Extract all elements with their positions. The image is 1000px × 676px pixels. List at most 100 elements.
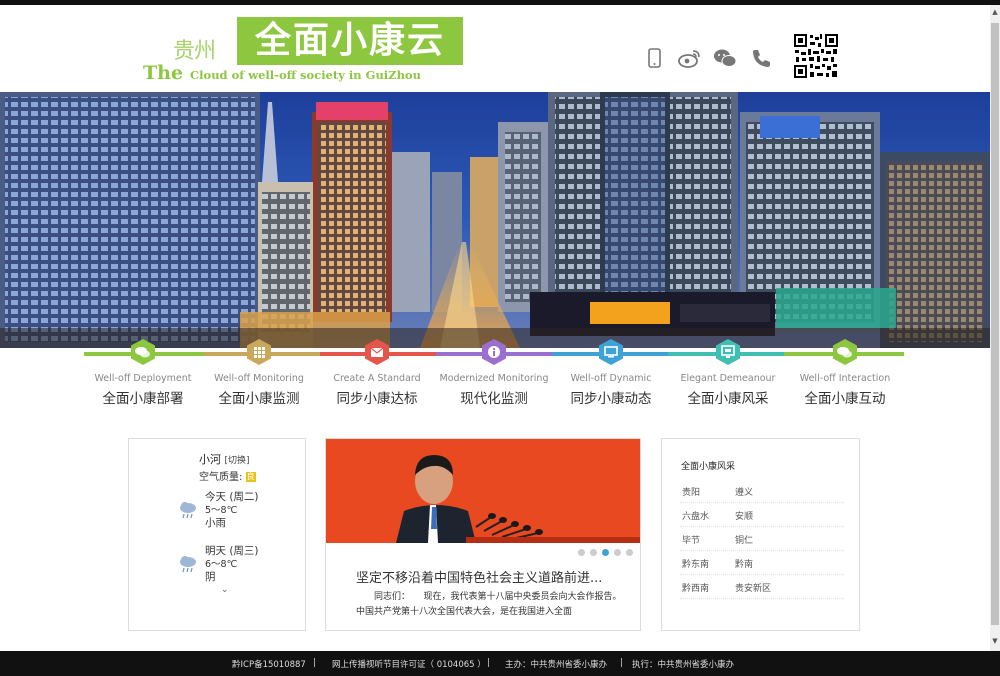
- region-link[interactable]: 铜仁: [735, 533, 753, 546]
- footer-license: 网上传播视听节目许可证（ 0104065 ）: [332, 660, 486, 670]
- nav-item-en-label: Well-off Monitoring: [214, 373, 304, 384]
- footer-separator: |: [620, 658, 623, 668]
- nav-item-standard[interactable]: Create A Standard 同步小康达标: [318, 338, 436, 407]
- nav-item-en-label: Well-off Dynamic: [570, 373, 652, 384]
- rain-cloud-icon: [177, 553, 199, 575]
- logo-guizhou-text: 贵州: [173, 39, 216, 64]
- nav-item-cn-label: 现代化监测: [460, 391, 528, 407]
- region-link[interactable]: 黔西南: [682, 581, 709, 594]
- region-row: 毕节 铜仁: [680, 527, 844, 551]
- nav-item-en-label: Elegant Demeanour: [680, 373, 776, 384]
- nav-item-cn-label: 全面小康风采: [687, 391, 769, 407]
- scrollbar-thumb[interactable]: [991, 23, 999, 625]
- chat-bubbles-icon: [129, 338, 157, 366]
- region-link[interactable]: 黔南: [735, 557, 753, 570]
- footer-separator: |: [313, 658, 316, 668]
- region-row: 六盘水 安顺: [680, 503, 844, 527]
- envelope-icon: [363, 338, 391, 366]
- slider-dot-active[interactable]: [602, 549, 609, 556]
- region-row: 贵阳 遵义: [680, 479, 844, 503]
- regions-panel: 全面小康风采 贵阳 遵义 六盘水 安顺 毕节 铜仁 黔东南 黔南 黔西南 贵安新…: [661, 438, 860, 631]
- info-icon: [480, 338, 508, 366]
- nav-item-en-label: Well-off Interaction: [799, 373, 891, 384]
- monitor-icon: [597, 338, 625, 366]
- nav-item-monitoring[interactable]: Well-off Monitoring 全面小康监测: [200, 338, 318, 407]
- screen-icon: [714, 338, 742, 366]
- region-link[interactable]: 黔东南: [682, 557, 709, 570]
- weather-day-name: 明天 (周三): [205, 545, 259, 557]
- weather-city: 小河 [切换]: [199, 451, 250, 467]
- weather-expand-chevron[interactable]: ⌄: [221, 585, 229, 595]
- slider-dot[interactable]: [614, 549, 621, 556]
- weather-day-desc: 小雨: [205, 517, 226, 529]
- region-row: 黔西南 贵安新区: [680, 575, 844, 599]
- weather-city-name: 小河: [199, 453, 221, 466]
- weibo-icon[interactable]: [678, 47, 700, 69]
- region-link[interactable]: 六盘水: [682, 509, 709, 522]
- nav-item-dynamic[interactable]: Well-off Dynamic 同步小康动态: [552, 338, 670, 407]
- nav-item-cn-label: 全面小康监测: [218, 391, 300, 407]
- chat-bubbles-icon: [831, 338, 859, 366]
- logo-the-text: The: [143, 62, 184, 84]
- news-excerpt: 同志们： 现在，我代表第十八届中央委员会向大会作报告。 中国共产党第十八次全国代…: [356, 592, 636, 617]
- region-link[interactable]: 毕节: [682, 533, 700, 546]
- slider-dot[interactable]: [590, 549, 597, 556]
- nav-item-cn-label: 同步小康动态: [570, 391, 652, 407]
- slider-pagination: [578, 549, 638, 557]
- news-photo[interactable]: [326, 439, 640, 543]
- wechat-icon[interactable]: [713, 47, 737, 69]
- region-link[interactable]: 遵义: [735, 485, 753, 498]
- mobile-phone-icon[interactable]: [643, 47, 665, 69]
- slider-dot[interactable]: [578, 549, 585, 556]
- vertical-scrollbar[interactable]: ▲ ▼: [990, 5, 1000, 651]
- site-logo[interactable]: 贵州 全面小康云 The Cloud of well-off society i…: [140, 15, 470, 87]
- scroll-down-arrow-icon[interactable]: ▼: [990, 637, 1000, 647]
- air-quality-label: 空气质量:: [199, 472, 243, 483]
- site-footer: 黔ICP备15010887 | 网上传播视听节目许可证（ 0104065 ） |…: [0, 651, 1000, 676]
- weather-day-temp: 6～8℃: [205, 559, 238, 570]
- air-quality-badge: 良: [245, 472, 256, 482]
- nav-item-cn-label: 同步小康达标: [336, 391, 418, 407]
- nav-item-modernized[interactable]: Modernized Monitoring 现代化监测: [435, 338, 553, 407]
- weather-day-desc: 阴: [205, 571, 216, 583]
- banner-cityscape-image: [0, 92, 990, 348]
- weather-day-tomorrow: 明天 (周三) 6～8℃ 阴: [177, 545, 287, 591]
- nav-item-en-label: Well-off Deployment: [94, 373, 192, 384]
- slider-dot[interactable]: [626, 549, 633, 556]
- footer-separator: |: [487, 658, 490, 668]
- footer-host: 主办：中共贵州省委小康办: [505, 660, 608, 670]
- region-link[interactable]: 贵安新区: [735, 581, 771, 594]
- weather-panel: 小河 [切换] 空气质量: 良 今天 (周二) 5～8℃ 小雨 明天 (周三) …: [128, 438, 306, 631]
- qr-code-image: [793, 33, 839, 79]
- grid-icon: [245, 338, 273, 366]
- nav-item-en-label: Modernized Monitoring: [439, 373, 549, 384]
- weather-switch-link[interactable]: [切换]: [225, 456, 250, 466]
- footer-icp: 黔ICP备15010887: [232, 660, 306, 670]
- scroll-up-arrow-icon[interactable]: ▲: [990, 8, 1000, 18]
- nav-item-interaction[interactable]: Well-off Interaction 全面小康互动: [786, 338, 904, 407]
- region-row: 黔东南 黔南: [680, 551, 844, 575]
- nav-item-cn-label: 全面小康部署: [102, 391, 184, 407]
- weather-day-today: 今天 (周二) 5～8℃ 小雨: [177, 491, 287, 537]
- logo-subtitle: Cloud of well-off society in GuiZhou: [190, 68, 421, 82]
- footer-exec: 执行：中共贵州省委小康办: [632, 660, 735, 670]
- weather-day-name: 今天 (周二): [205, 491, 259, 503]
- weather-day-temp: 5～8℃: [205, 505, 238, 516]
- main-navigation: Well-off Deployment 全面小康部署 Well-off Moni…: [0, 336, 990, 416]
- weather-day-info: 今天 (周二) 5～8℃ 小雨: [205, 491, 259, 530]
- logo-main-text: 全面小康云: [237, 17, 463, 65]
- nav-item-en-label: Create A Standard: [333, 373, 421, 384]
- site-header: 贵州 全面小康云 The Cloud of well-off society i…: [0, 5, 990, 92]
- news-slider: 坚定不移沿着中国特色社会主义道路前进... 同志们： 现在，我代表第十八届中央委…: [325, 438, 641, 631]
- rain-cloud-icon: [177, 499, 199, 521]
- weather-day-info: 明天 (周三) 6～8℃ 阴: [205, 545, 259, 584]
- news-headline[interactable]: 坚定不移沿着中国特色社会主义道路前进...: [356, 567, 602, 586]
- telephone-icon[interactable]: [750, 47, 772, 69]
- region-link[interactable]: 贵阳: [682, 485, 700, 498]
- nav-item-deployment[interactable]: Well-off Deployment 全面小康部署: [84, 338, 202, 407]
- region-link[interactable]: 安顺: [735, 509, 753, 522]
- nav-item-cn-label: 全面小康互动: [804, 391, 886, 407]
- air-quality: 空气质量: 良: [199, 468, 256, 483]
- nav-item-demeanour[interactable]: Elegant Demeanour 全面小康风采: [669, 338, 787, 407]
- regions-title: 全面小康风采: [681, 462, 736, 472]
